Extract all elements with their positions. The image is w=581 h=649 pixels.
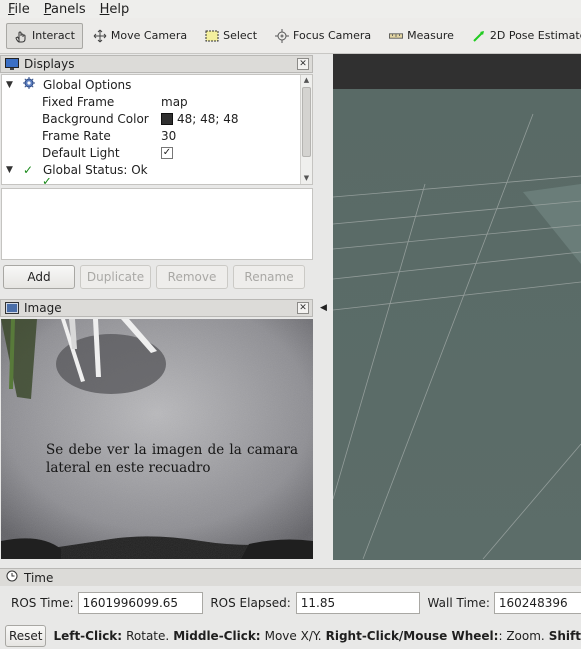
background-color-text: 48; 48; 48 <box>177 111 239 126</box>
default-light-label: Default Light <box>42 145 120 160</box>
global-options-label: Global Options <box>43 77 132 92</box>
gear-icon <box>23 77 35 92</box>
ros-elapsed-label: ROS Elapsed: <box>210 596 291 610</box>
expand-arrow-icon[interactable]: ▼ <box>6 165 13 175</box>
ruler-icon <box>389 29 404 43</box>
move-camera-label: Move Camera <box>110 29 188 42</box>
interact-tool-button[interactable]: Interact <box>6 22 83 49</box>
background-color-value[interactable]: 48; 48; 48 <box>161 112 239 126</box>
time-fields-row: ROS Time: 1601996099.65 ROS Elapsed: 11.… <box>0 591 581 615</box>
left-click-hint-text: Rotate. <box>126 629 170 643</box>
ros-elapsed-field[interactable]: 11.85 <box>295 592 420 614</box>
tree-row-default-light[interactable]: Default Light ✓ <box>2 144 300 161</box>
duplicate-button[interactable]: Duplicate <box>80 265 151 289</box>
3d-render-view[interactable] <box>333 54 581 560</box>
tree-row-global-options[interactable]: ▼ Global Options <box>2 76 300 93</box>
right-click-hint-label: Right-Click/Mouse Wheel: <box>325 629 499 643</box>
close-icon[interactable]: ✕ <box>297 58 309 70</box>
focus-camera-label: Focus Camera <box>293 29 372 42</box>
fixed-frame-value[interactable]: map <box>161 95 188 109</box>
middle-click-hint-text: Move X/Y. <box>264 629 322 643</box>
move-camera-tool-button[interactable]: Move Camera <box>85 23 195 49</box>
background-color-label: Background Color <box>42 111 149 126</box>
wall-time-label: Wall Time: <box>427 596 490 610</box>
focus-target-icon <box>275 28 290 43</box>
move-arrows-icon <box>93 29 107 43</box>
green-arrow-icon <box>472 29 486 43</box>
hand-pointer-icon <box>14 29 28 43</box>
scrollbar-thumb[interactable] <box>302 87 311 157</box>
tree-row-fixed-frame[interactable]: Fixed Frame map <box>2 93 300 110</box>
collapse-left-arrow-icon[interactable]: ◀ <box>320 303 327 313</box>
pose-estimate-tool-button[interactable]: 2D Pose Estimate <box>464 23 581 49</box>
display-button-row: Add Duplicate Remove Rename <box>0 265 313 291</box>
ros-time-label: ROS Time: <box>11 596 74 610</box>
menu-panels[interactable]: Panels <box>44 2 86 17</box>
measure-label: Measure <box>407 29 454 42</box>
image-overlay-text: Se debe ver la imagen de la camara later… <box>46 442 298 476</box>
color-swatch <box>161 112 173 125</box>
frame-rate-value[interactable]: 30 <box>161 129 176 143</box>
clock-icon <box>6 570 18 585</box>
displays-title: Displays <box>24 57 75 71</box>
scroll-up-icon[interactable]: ▲ <box>301 75 312 86</box>
tree-scrollbar[interactable]: ▲ ▼ <box>300 75 312 184</box>
fixed-frame-label: Fixed Frame <box>42 94 115 109</box>
shift-hint-label: Shift <box>548 629 581 643</box>
remove-button[interactable]: Remove <box>156 265 228 289</box>
menu-file[interactable]: File <box>8 2 30 17</box>
default-light-checkbox[interactable]: ✓ <box>161 146 173 159</box>
displays-tree: ▼ Global Options Fixed Frame map Backgro… <box>1 74 313 185</box>
time-panel-header: Time <box>0 568 581 586</box>
global-status-label: Global Status: Ok <box>43 162 148 177</box>
wall-time-field[interactable]: 160248396 <box>493 592 581 614</box>
left-click-hint-label: Left-Click: <box>53 629 123 643</box>
tree-row-partial: ✓ <box>2 178 300 185</box>
ros-time-field[interactable]: 1601996099.65 <box>77 592 204 614</box>
tree-row-background-color[interactable]: Background Color 48; 48; 48 <box>2 110 300 127</box>
time-panel-title: Time <box>24 570 54 585</box>
camera-floor-image <box>1 319 313 559</box>
scroll-down-icon[interactable]: ▼ <box>301 173 312 184</box>
reset-button[interactable]: Reset <box>5 625 47 647</box>
add-button[interactable]: Add <box>3 265 75 289</box>
status-bar: Reset Left-Click: Rotate. Middle-Click: … <box>0 624 581 648</box>
rename-button[interactable]: Rename <box>233 265 305 289</box>
image-panel-title: Image <box>24 301 62 315</box>
image-panel-header: Image ✕ <box>0 299 313 317</box>
monitor-icon <box>5 58 19 70</box>
focus-camera-tool-button[interactable]: Focus Camera <box>267 23 379 49</box>
menu-bar: File Panels Help <box>0 0 581 18</box>
checkbox-check: ✓ <box>161 146 173 159</box>
right-click-hint-text: : Zoom. <box>498 629 545 643</box>
camera-image-view: Se debe ver la imagen de la camara later… <box>1 319 313 559</box>
displays-panel-header: Displays ✕ <box>0 55 313 73</box>
select-rectangle-icon <box>205 29 219 43</box>
tree-row-frame-rate[interactable]: Frame Rate 30 <box>2 127 300 144</box>
measure-tool-button[interactable]: Measure <box>381 23 462 49</box>
menu-help[interactable]: Help <box>100 2 130 17</box>
image-icon <box>5 302 19 314</box>
display-description-box <box>1 188 313 260</box>
pose-estimate-label: 2D Pose Estimate <box>489 29 581 42</box>
middle-click-hint-label: Middle-Click: <box>173 629 261 643</box>
frame-rate-label: Frame Rate <box>42 128 111 143</box>
interact-label: Interact <box>32 29 75 42</box>
close-icon[interactable]: ✕ <box>297 302 309 314</box>
select-tool-button[interactable]: Select <box>197 23 265 49</box>
tree-row-global-status[interactable]: ▼ ✓ Global Status: Ok <box>2 161 300 178</box>
3d-grid <box>333 54 581 560</box>
expand-arrow-icon[interactable]: ▼ <box>6 80 13 90</box>
toolbar: Interact Move Camera Select Focus Camera… <box>0 18 581 54</box>
partial-check-icon: ✓ <box>42 178 53 185</box>
select-label: Select <box>223 29 258 42</box>
check-icon: ✓ <box>23 162 34 177</box>
